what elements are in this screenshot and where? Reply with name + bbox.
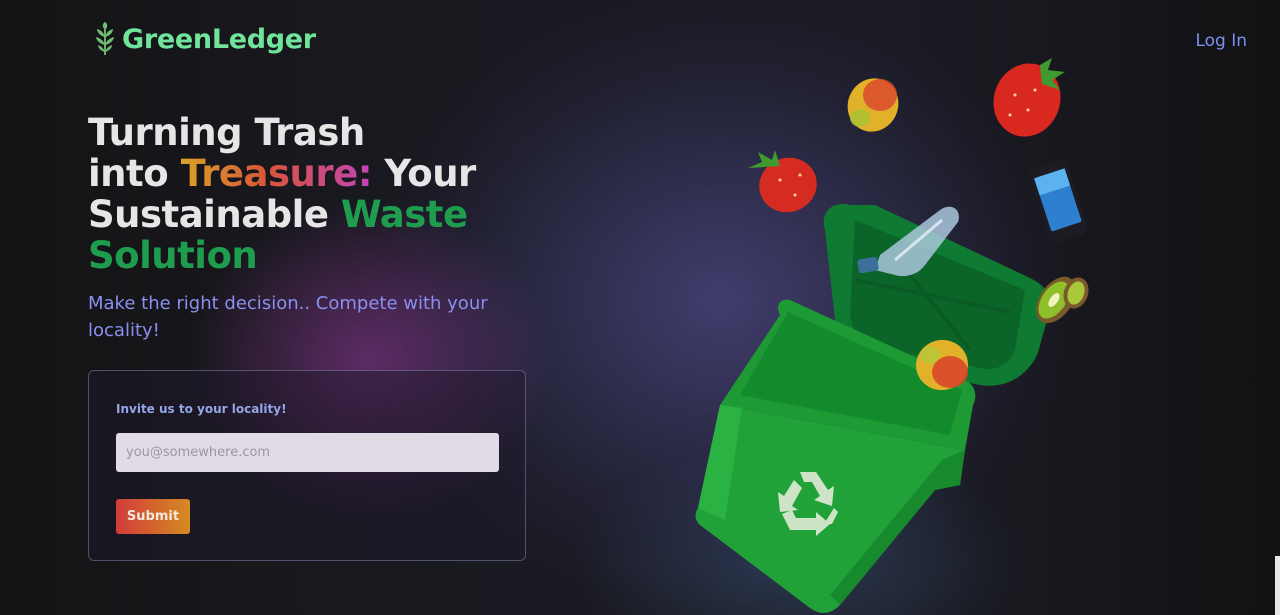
title-into: into [88,152,181,195]
invite-form: Invite us to your locality! Submit [88,370,526,561]
title-waste: Waste [340,193,468,236]
login-link[interactable]: Log In [1195,31,1247,51]
hero-title: Turning Trash into Treasure: Your Sustai… [88,112,488,276]
brand-logo[interactable]: GreenLedger [94,22,316,56]
wheat-leaf-icon [96,22,114,55]
smartphone-icon [1028,159,1088,243]
title-treasure: Treasure: [180,152,373,195]
mango-icon [847,78,899,132]
strawberry-icon [993,58,1065,137]
title-solution: Solution [88,234,258,277]
title-your: Your [372,152,476,195]
recycling-illustration [695,58,1089,613]
page-scrollbar[interactable] [1275,556,1280,615]
email-field[interactable] [116,433,499,472]
hero-subtitle: Make the right decision.. Compete with y… [88,293,488,341]
brand-name: GreenLedger [122,23,316,55]
strawberry-icon [748,150,817,213]
title-line-1: Turning Trash [88,111,365,154]
title-sustainable: Sustainable [88,193,341,236]
submit-button[interactable]: Submit [116,499,190,534]
invite-label: Invite us to your locality! [116,402,287,416]
